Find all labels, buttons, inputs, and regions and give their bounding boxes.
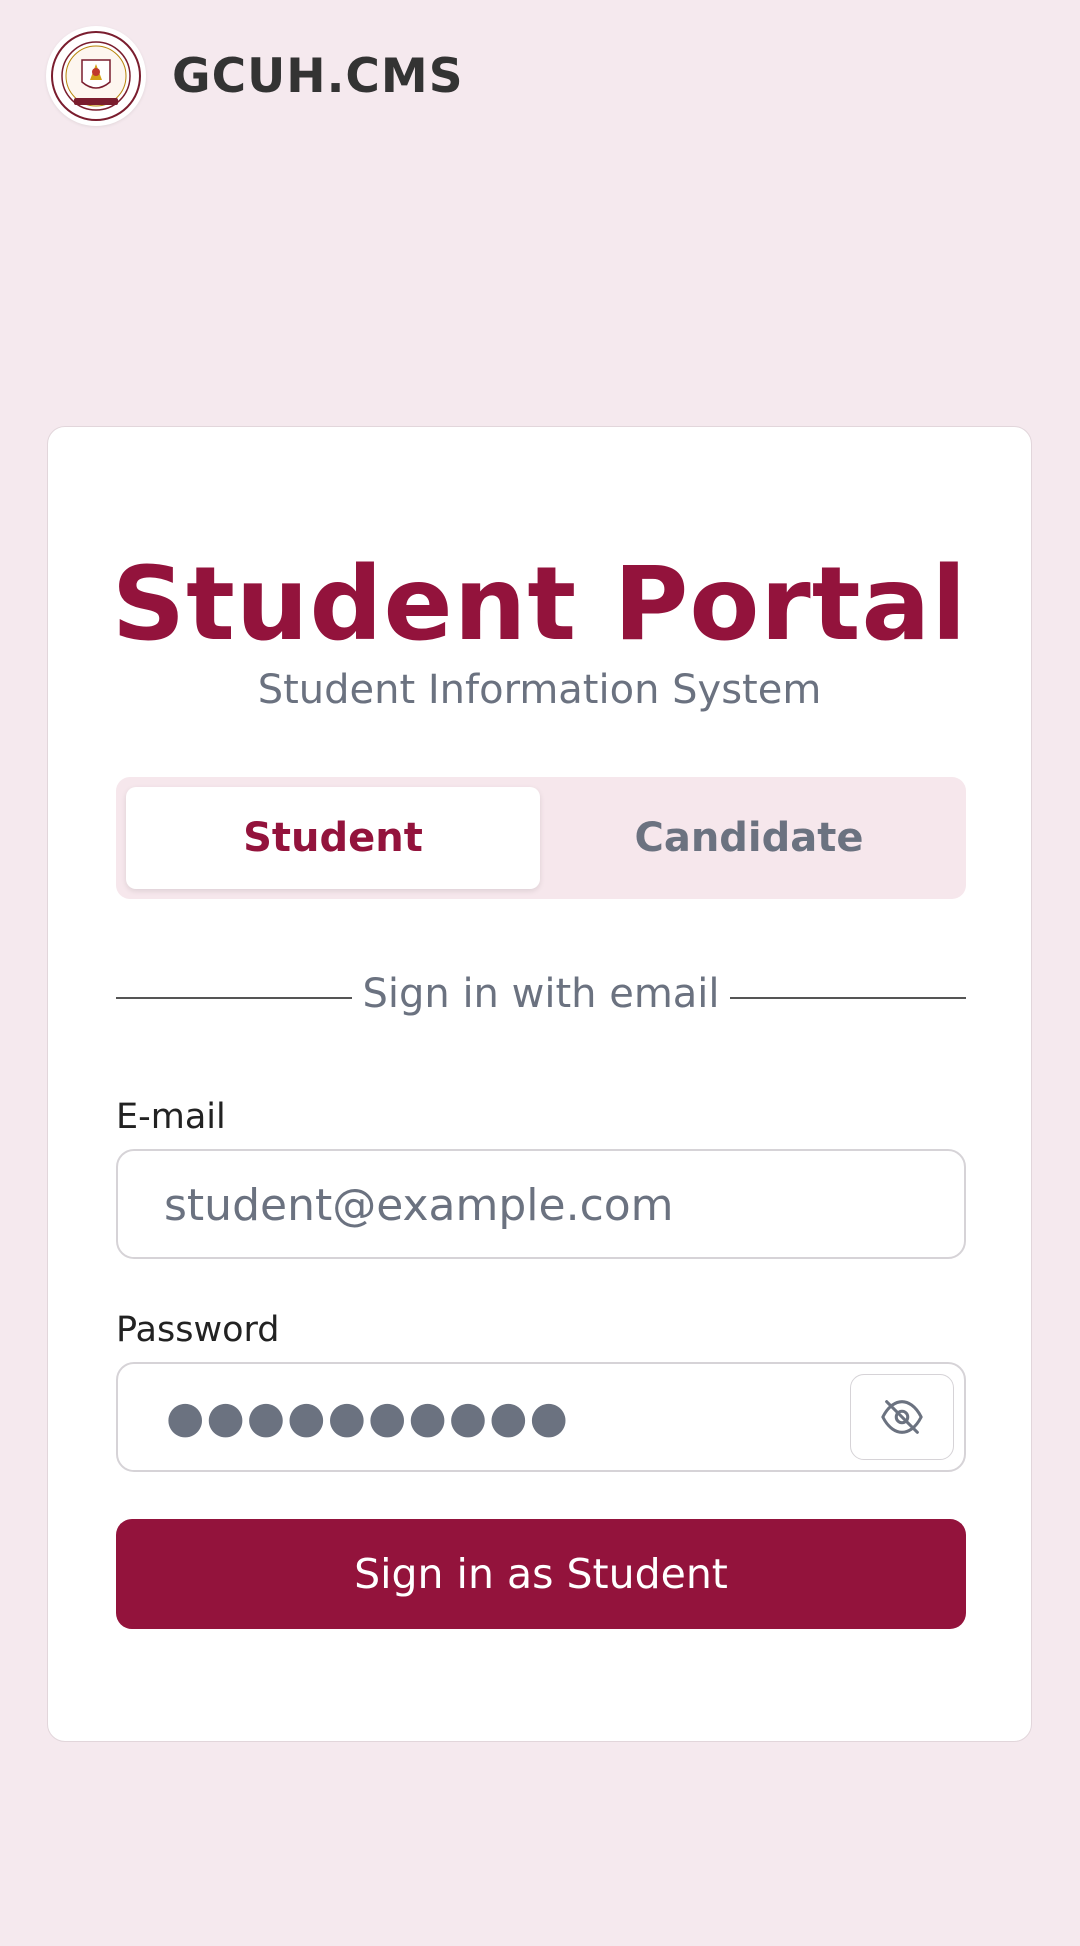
email-label: E-mail — [116, 1097, 226, 1137]
password-masked-value: ●●●●●●●●●● — [166, 1392, 570, 1443]
email-field-wrapper — [116, 1149, 966, 1259]
sign-in-button[interactable]: Sign in as Student — [116, 1519, 966, 1629]
login-card: Student Portal Student Information Syste… — [47, 426, 1032, 1742]
password-field[interactable]: ●●●●●●●●●● — [116, 1362, 966, 1472]
divider-text: Sign in with email — [362, 971, 720, 1017]
university-seal-icon — [51, 31, 141, 121]
password-label: Password — [116, 1310, 280, 1350]
role-tabs: Student Candidate — [116, 777, 966, 899]
app-brand: GCUH.CMS — [172, 48, 464, 104]
tab-candidate[interactable]: Candidate — [542, 787, 956, 889]
email-field[interactable] — [162, 1151, 866, 1259]
toggle-password-visibility-button[interactable] — [850, 1374, 954, 1460]
page-subtitle: Student Information System — [257, 667, 822, 713]
university-logo[interactable] — [46, 26, 146, 126]
divider-line-right — [730, 997, 966, 999]
eye-off-icon — [881, 1400, 923, 1434]
sign-in-divider: Sign in with email — [116, 967, 966, 1027]
app-header: GCUH.CMS — [46, 26, 464, 126]
page-title: Student Portal — [111, 545, 968, 664]
tab-student[interactable]: Student — [126, 787, 540, 889]
